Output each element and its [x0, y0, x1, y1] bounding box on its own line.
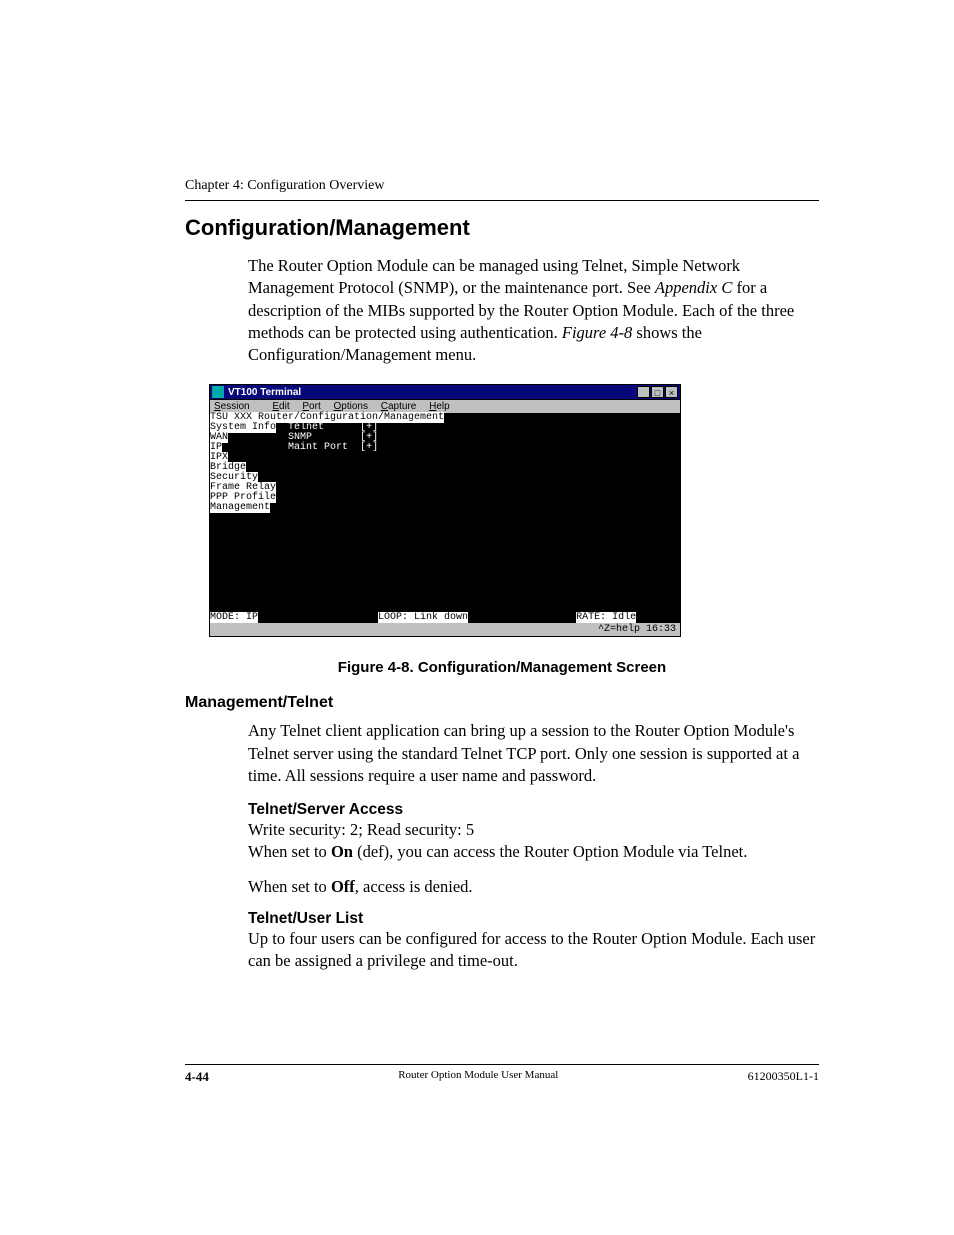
status-loop: LOOP: Link down	[378, 612, 468, 623]
right-menu-maint-port[interactable]: Maint Port	[288, 442, 348, 453]
intro-italic-appendix: Appendix C	[655, 278, 732, 297]
status-rate: RATE: Idle	[576, 612, 636, 623]
sa-off-pre: When set to	[248, 877, 331, 896]
chapter-header: Chapter 4: Configuration Overview	[185, 178, 819, 194]
right-menu-maint-port-val: [+]	[360, 442, 378, 453]
window-controls: _ □ ×	[637, 386, 678, 398]
left-menu-management[interactable]: Management	[210, 502, 270, 513]
page-footer: 4-44 Router Option Module User Manual 61…	[185, 1064, 819, 1085]
menu-help[interactable]: Help	[429, 401, 450, 412]
titlebar-left: VT100 Terminal	[212, 386, 301, 398]
menu-options[interactable]: Options	[334, 401, 368, 412]
vt100-terminal-window: VT100 Terminal _ □ × Session Edit Port O…	[209, 384, 681, 637]
terminal-status-line: MODE: IP LOOP: Link down RATE: Idle	[210, 613, 680, 623]
heading-telnet-user-list: Telnet/User List	[248, 910, 819, 928]
sa-off-post: , access is denied.	[355, 877, 473, 896]
terminal-app-icon	[212, 386, 224, 398]
section-heading-config-management: Configuration/Management	[185, 215, 819, 241]
sa-off-bold: Off	[331, 877, 355, 896]
footer-title: Router Option Module User Manual	[398, 1069, 558, 1085]
heading-telnet-server-access: Telnet/Server Access	[248, 801, 819, 819]
paragraph-user-list: Up to four users can be configured for a…	[248, 928, 819, 973]
sa-on-bold: On	[331, 842, 353, 861]
paragraph-management-telnet: Any Telnet client application can bring …	[248, 720, 819, 787]
header-divider	[185, 200, 819, 201]
page-number: 4-44	[185, 1069, 209, 1085]
close-button[interactable]: ×	[665, 386, 678, 398]
window-titlebar: VT100 Terminal _ □ ×	[209, 384, 681, 400]
figure-caption: Figure 4-8. Configuration/Management Scr…	[185, 659, 819, 676]
figure-wrapper: VT100 Terminal _ □ × Session Edit Port O…	[209, 384, 819, 637]
window-title: VT100 Terminal	[228, 387, 301, 398]
footer-docnum: 61200350L1-1	[748, 1069, 819, 1085]
window-statusbar: ^Z=help 16:33	[209, 623, 681, 637]
menu-port[interactable]: Port	[302, 401, 320, 412]
minimize-button[interactable]: _	[637, 386, 650, 398]
heading-management-telnet: Management/Telnet	[185, 694, 819, 712]
manual-page: Chapter 4: Configuration Overview Config…	[0, 0, 954, 1235]
menu-capture[interactable]: Capture	[381, 401, 417, 412]
intro-paragraph: The Router Option Module can be managed …	[248, 255, 819, 366]
menu-session[interactable]: Session	[214, 401, 260, 412]
status-mode: MODE: IP	[210, 612, 258, 623]
sa-on-pre: When set to	[248, 842, 331, 861]
menu-edit[interactable]: Edit	[272, 401, 289, 412]
paragraph-server-access-on: When set to On (def), you can access the…	[248, 841, 819, 863]
paragraph-server-access-off: When set to Off, access is denied.	[248, 876, 819, 898]
terminal-body: TSU XXX Router/Configuration/Management …	[209, 413, 681, 623]
maximize-button[interactable]: □	[651, 386, 664, 398]
intro-italic-figure: Figure 4-8	[562, 323, 632, 342]
sa-on-post: (def), you can access the Router Option …	[353, 842, 747, 861]
paragraph-server-access-security: Write security: 2; Read security: 5	[248, 819, 819, 841]
